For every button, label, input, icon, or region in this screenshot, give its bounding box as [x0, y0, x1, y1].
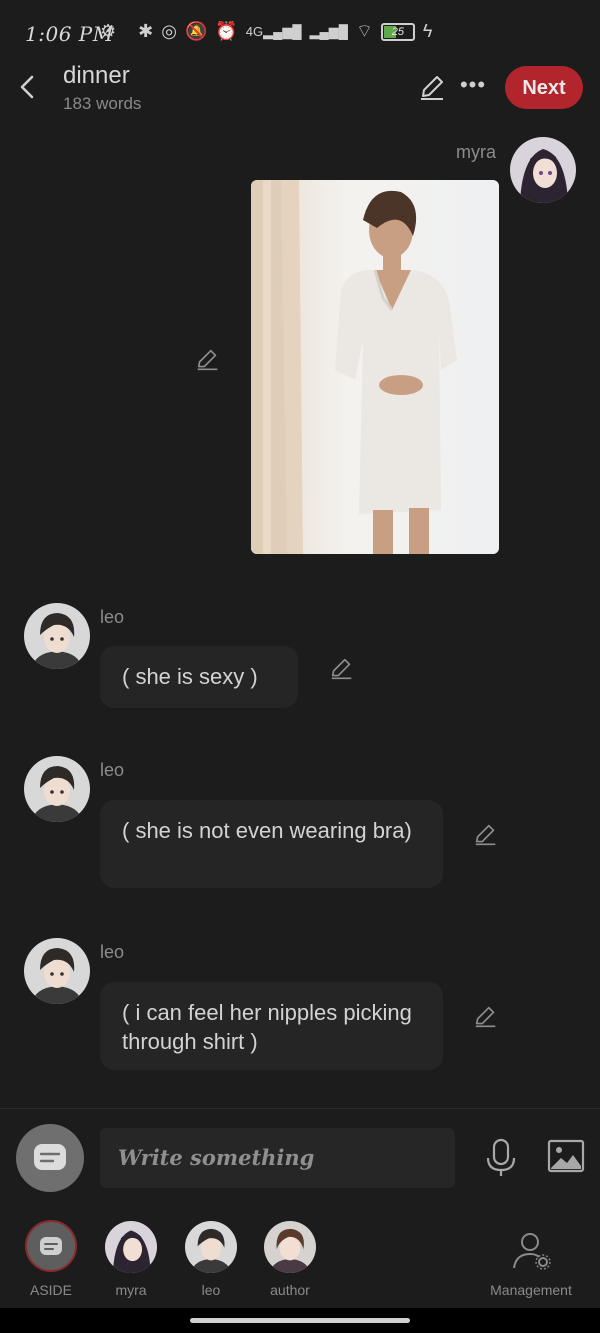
alarm-icon: ⏰: [215, 21, 238, 41]
speaker-name: leo: [100, 760, 125, 780]
status-bar: 1:06 PM ⚙ ✱ ◎ 🔕 ⏰ 4G▂▄▆█ ▂▄▆█ ⌔ 25 ϟ: [0, 0, 600, 70]
edit-message-button[interactable]: [328, 655, 358, 685]
chevron-left-icon: [20, 75, 34, 99]
gear-icon: ⚙: [100, 21, 117, 41]
speaker-name: leo: [100, 607, 125, 627]
pencil-icon: [331, 658, 352, 680]
pencil-icon: [421, 76, 443, 100]
nav-label: leo: [201, 1282, 221, 1298]
speaker-name: myra: [456, 142, 496, 162]
signal-icon: 4G▂▄▆█: [245, 23, 302, 39]
insert-image-button[interactable]: [546, 1138, 586, 1174]
back-button[interactable]: [12, 70, 46, 104]
user-settings-icon: [513, 1233, 551, 1270]
nav-label: Management: [490, 1282, 572, 1298]
mute-bell-icon: 🔕: [184, 21, 208, 41]
battery-icon: 25: [380, 22, 415, 41]
signal-2-icon: ▂▄▆█: [309, 23, 348, 39]
pencil-icon: [475, 824, 496, 846]
nav-label: myra: [115, 1282, 147, 1298]
bluetooth-icon: ✱: [138, 21, 154, 41]
nav-item-myra[interactable]: [105, 1221, 157, 1273]
pencil-icon: [197, 349, 218, 371]
edit-message-button[interactable]: [472, 821, 502, 851]
photo-illustration: [251, 180, 499, 554]
more-options-button[interactable]: •••: [458, 72, 488, 102]
next-button[interactable]: Next: [505, 66, 583, 109]
nav-item-aside[interactable]: [25, 1220, 77, 1272]
chat-bubble-icon: [40, 1237, 62, 1255]
edit-message-button[interactable]: [472, 1003, 502, 1033]
wifi-icon: ⌔: [355, 21, 373, 41]
avatar-leo[interactable]: [24, 756, 90, 822]
charging-icon: ϟ: [422, 21, 433, 41]
nav-label: author: [270, 1282, 310, 1298]
more-icon: •••: [459, 72, 487, 97]
edit-message-button[interactable]: [194, 346, 224, 376]
edit-title-button[interactable]: [417, 72, 447, 102]
word-count: 183 words: [63, 94, 142, 113]
message-bubble[interactable]: ( she is sexy ): [100, 646, 298, 708]
home-indicator[interactable]: [190, 1318, 410, 1323]
message-image[interactable]: [251, 180, 499, 554]
microphone-icon: [486, 1138, 516, 1176]
image-icon: [547, 1139, 585, 1173]
aside-toggle-button[interactable]: [16, 1124, 84, 1192]
avatar-leo[interactable]: [24, 603, 90, 669]
status-icons: ⚙ ✱ ◎ 🔕 ⏰ 4G▂▄▆█ ▂▄▆█ ⌔ 25 ϟ: [100, 20, 432, 43]
message-bubble[interactable]: ( she is not even wearing bra): [100, 800, 443, 888]
message-bubble[interactable]: ( i can feel her nipples picking through…: [100, 982, 443, 1070]
nav-item-leo[interactable]: [185, 1221, 237, 1273]
chat-bubble-icon: [34, 1144, 66, 1170]
page-title: dinner: [63, 62, 130, 89]
vibrate-icon: ◎: [161, 21, 177, 41]
avatar-myra[interactable]: [510, 137, 576, 203]
avatar-leo[interactable]: [24, 938, 90, 1004]
pencil-icon: [475, 1006, 496, 1028]
microphone-button[interactable]: [484, 1138, 518, 1178]
nav-item-management[interactable]: [510, 1230, 554, 1270]
message-input[interactable]: Write something: [100, 1128, 455, 1188]
nav-item-author[interactable]: [264, 1221, 316, 1273]
speaker-name: leo: [100, 942, 125, 962]
nav-label: ASIDE: [29, 1282, 72, 1298]
